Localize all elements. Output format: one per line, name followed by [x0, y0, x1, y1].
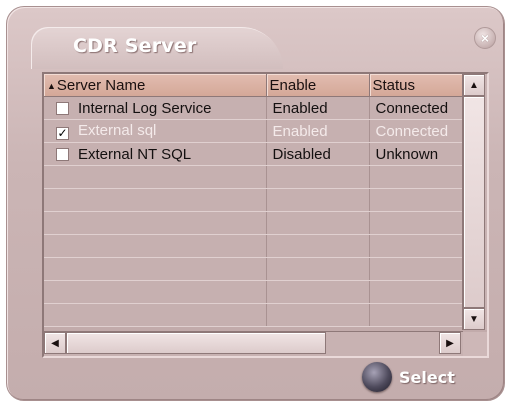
- status-cell: Connected: [369, 119, 464, 143]
- server-table: ▲Server Name Enable Status Internal Log …: [44, 74, 464, 327]
- empty-row: [44, 188, 464, 212]
- close-button[interactable]: ×: [474, 27, 496, 49]
- row-checkbox[interactable]: [56, 147, 69, 161]
- column-header-server-name[interactable]: ▲Server Name: [44, 74, 267, 97]
- enable-cell: Enabled: [266, 96, 370, 120]
- window-title: CDR Server: [73, 35, 197, 57]
- column-header-status[interactable]: Status: [369, 74, 464, 97]
- sort-ascending-icon: ▲: [47, 80, 56, 91]
- enable-cell: Disabled: [266, 142, 370, 166]
- column-header-label: Server Name: [56, 76, 146, 94]
- triangle-right-icon: ▶: [446, 337, 454, 349]
- row-checkbox[interactable]: ✓: [56, 127, 69, 140]
- horizontal-scroll-thumb[interactable]: [66, 332, 326, 354]
- column-header-enable[interactable]: Enable: [266, 74, 370, 97]
- empty-row: [44, 303, 464, 327]
- server-name-cell: Internal Log Service: [44, 96, 267, 120]
- vertical-scroll-thumb[interactable]: [463, 96, 485, 308]
- server-grid: ▲Server Name Enable Status Internal Log …: [42, 72, 489, 358]
- empty-row: [44, 280, 464, 304]
- scrollbar-corner: [463, 332, 487, 356]
- table-row-selected[interactable]: ✓ External sql Enabled Connected: [44, 119, 464, 143]
- triangle-down-icon: ▼: [469, 313, 479, 325]
- close-icon: ×: [480, 30, 490, 46]
- select-button-label: Select: [399, 367, 455, 387]
- empty-row: [44, 257, 464, 281]
- server-name: Internal Log Service: [78, 99, 212, 117]
- triangle-left-icon: ◀: [51, 337, 59, 349]
- row-checkbox[interactable]: [56, 101, 69, 115]
- status-cell: Unknown: [369, 142, 464, 166]
- server-name-cell: External NT SQL: [44, 142, 267, 166]
- empty-row: [44, 234, 464, 258]
- scroll-left-button[interactable]: ◀: [44, 332, 66, 354]
- orb-button-icon: [362, 362, 392, 392]
- table-row[interactable]: External NT SQL Disabled Unknown: [44, 142, 464, 166]
- select-button[interactable]: Select: [362, 362, 455, 392]
- vertical-scrollbar[interactable]: ▲ ▼: [462, 74, 487, 330]
- empty-row: [44, 165, 464, 189]
- horizontal-scrollbar[interactable]: ◀ ▶: [44, 331, 463, 356]
- triangle-up-icon: ▲: [469, 79, 479, 91]
- scroll-down-button[interactable]: ▼: [463, 308, 485, 330]
- server-name-cell: ✓ External sql: [44, 119, 267, 143]
- scroll-up-button[interactable]: ▲: [463, 74, 485, 96]
- empty-row: [44, 211, 464, 235]
- table-row[interactable]: Internal Log Service Enabled Connected: [44, 96, 464, 120]
- scroll-right-button[interactable]: ▶: [439, 332, 461, 354]
- server-name: External sql: [78, 122, 157, 139]
- server-name: External NT SQL: [78, 145, 192, 163]
- table-header-row: ▲Server Name Enable Status: [44, 74, 464, 97]
- enable-cell: Enabled: [266, 119, 370, 143]
- status-cell: Connected: [369, 96, 464, 120]
